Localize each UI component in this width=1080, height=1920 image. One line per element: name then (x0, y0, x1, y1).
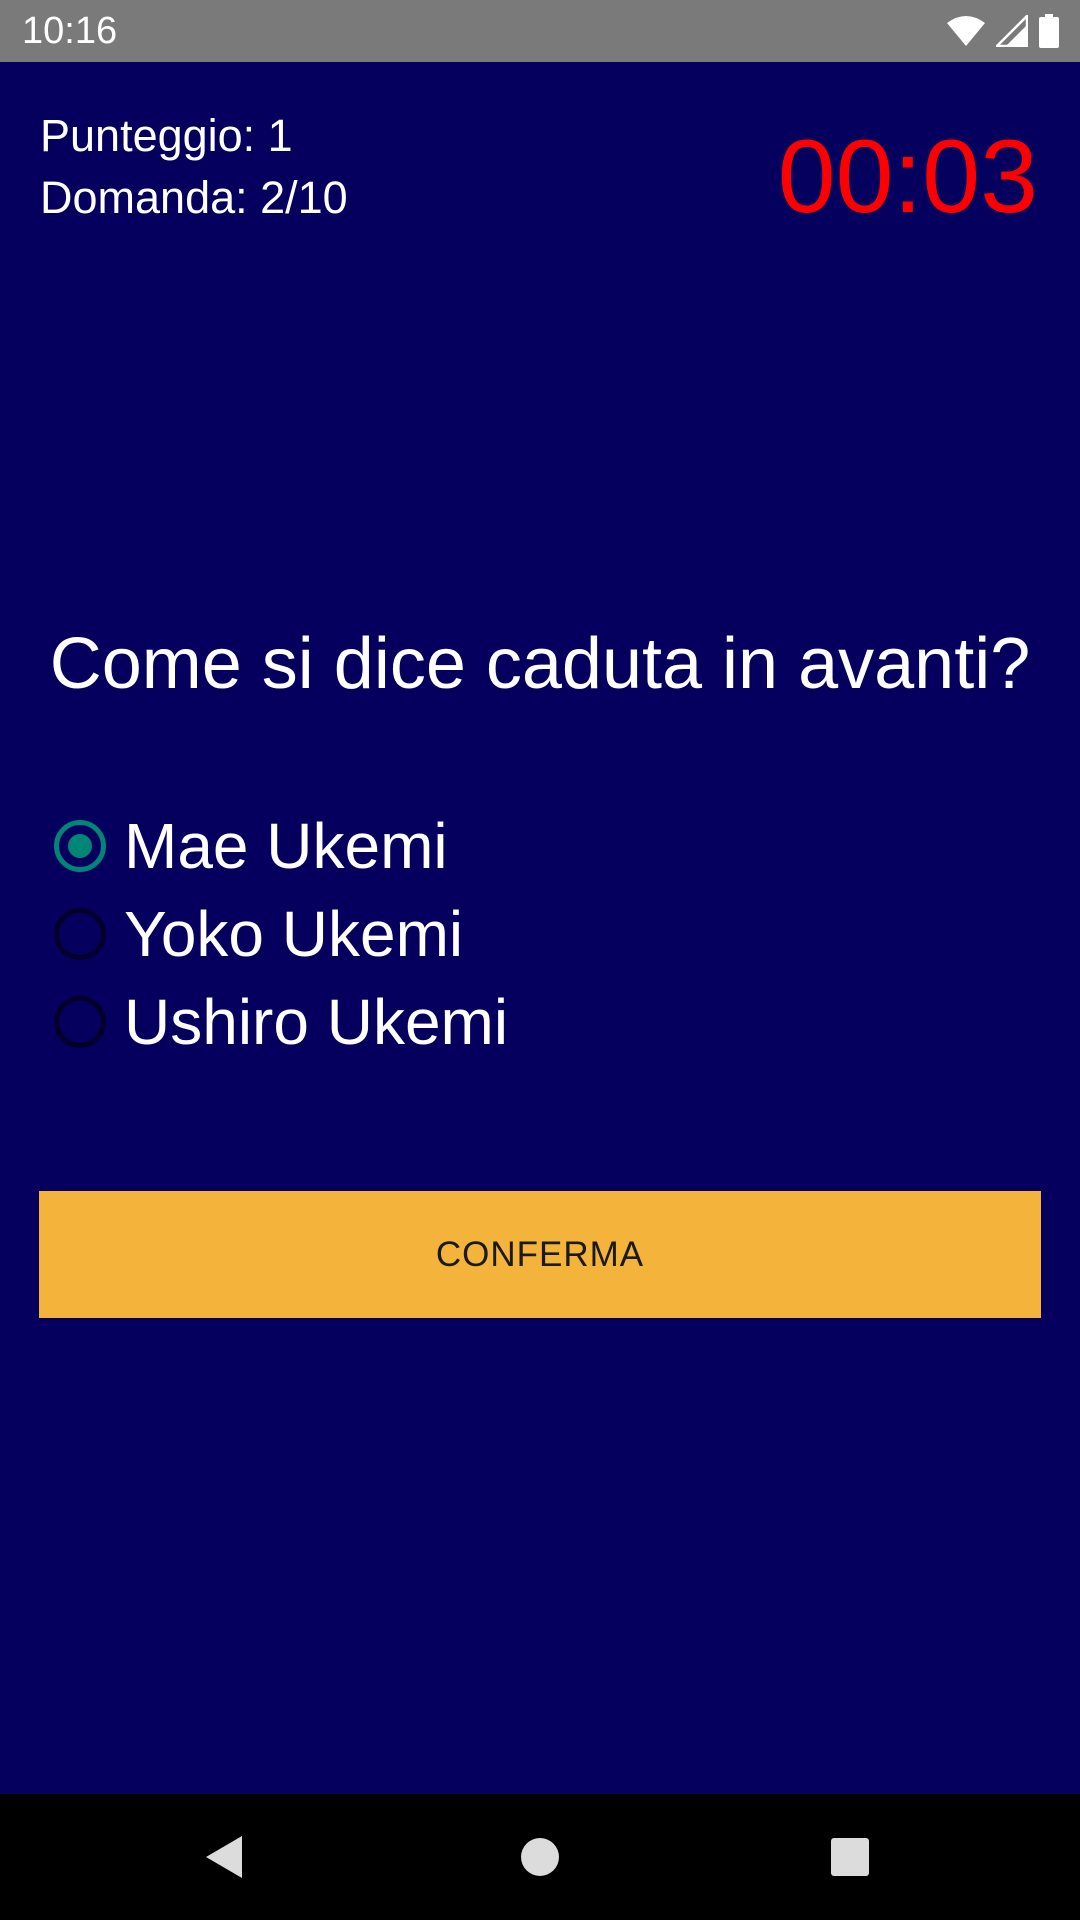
radio-button[interactable] (54, 908, 106, 960)
question-text: Come si dice caduta in avanti? (49, 624, 1031, 704)
answer-radio-group: Mae Ukemi Yoko Ukemi Ushiro Ukemi (54, 802, 508, 1066)
question-counter: Domanda: 2/10 (40, 172, 348, 223)
answer-option-3[interactable]: Ushiro Ukemi (54, 978, 508, 1066)
status-bar: 10:16 (0, 0, 1080, 62)
confirm-button-label: CONFERMA (435, 1234, 645, 1274)
cell-signal-icon (996, 15, 1028, 47)
answer-option-2[interactable]: Yoko Ukemi (54, 890, 508, 978)
screen: 10:16 Punteggio: 1 Domanda: 2/10 00:03 C… (0, 0, 1080, 1920)
wifi-icon (946, 15, 986, 47)
quiz-screen: Punteggio: 1 Domanda: 2/10 00:03 Come si… (0, 62, 1080, 1794)
status-icons (946, 14, 1060, 48)
radio-button[interactable] (54, 996, 106, 1048)
score-label: Punteggio: 1 (40, 110, 293, 161)
answer-option-1[interactable]: Mae Ukemi (54, 802, 508, 890)
home-icon[interactable] (515, 1832, 565, 1882)
answer-option-label: Yoko Ukemi (124, 898, 464, 970)
battery-icon (1038, 14, 1060, 48)
recents-icon[interactable] (825, 1832, 875, 1882)
navigation-bar (0, 1794, 1080, 1920)
confirm-button[interactable]: CONFERMA (39, 1191, 1041, 1318)
answer-option-label: Ushiro Ukemi (124, 986, 509, 1058)
radio-button-checked[interactable] (54, 820, 106, 872)
status-time: 10:16 (22, 10, 118, 52)
countdown-timer: 00:03 (777, 119, 1038, 235)
back-icon[interactable] (200, 1832, 250, 1882)
answer-option-label: Mae Ukemi (124, 810, 448, 882)
